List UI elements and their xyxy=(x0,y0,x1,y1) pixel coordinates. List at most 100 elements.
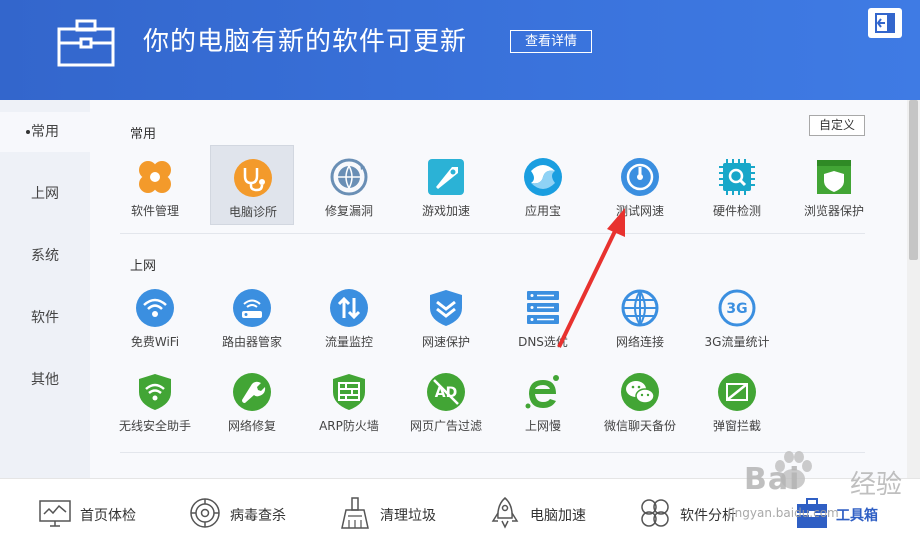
rocket-tag-icon xyxy=(428,159,464,195)
tool-ad-filter[interactable]: AD 网页广告过滤 xyxy=(404,360,488,440)
tool-free-wifi[interactable]: 免费WiFi xyxy=(113,276,197,356)
globe-icon xyxy=(621,289,659,327)
tool-speed-test[interactable]: 测试网速 xyxy=(598,145,682,225)
traffic-arrows-icon xyxy=(330,289,368,327)
router-icon xyxy=(233,289,271,327)
tool-speed-protect[interactable]: 网速保护 xyxy=(404,276,488,356)
tool-wireless-security[interactable]: 无线安全助手 xyxy=(113,360,197,440)
toolbox-icon xyxy=(797,498,827,528)
tool-network-repair[interactable]: 网络修复 xyxy=(210,360,294,440)
tool-label: 测试网速 xyxy=(615,204,664,218)
update-notice-title: 你的电脑有新的软件可更新 xyxy=(143,27,468,57)
nav-toolbox[interactable]: 工具箱 xyxy=(796,478,906,543)
wifi-icon xyxy=(136,289,174,327)
tool-label: 修复漏洞 xyxy=(324,204,373,218)
tool-software-manager[interactable]: 软件管理 xyxy=(113,145,197,225)
browser-shield-icon xyxy=(817,160,851,194)
sidebar-item-other[interactable]: 其他 xyxy=(0,360,90,400)
section-divider xyxy=(120,452,865,453)
tool-label: 无线安全助手 xyxy=(118,419,191,433)
speed-gauge-icon xyxy=(621,158,659,196)
nav-label: 电脑加速 xyxy=(530,508,586,524)
wifi-shield-icon xyxy=(139,374,171,410)
3g-icon: 3G xyxy=(718,289,756,327)
popup-block-icon xyxy=(718,373,756,411)
nav-label: 软件分析 xyxy=(680,508,736,524)
tool-pc-clinic[interactable]: 电脑诊所 xyxy=(210,145,294,225)
tool-label: 弹窗拦截 xyxy=(712,419,761,433)
section-divider xyxy=(120,233,865,234)
clover-outline-icon xyxy=(641,499,669,527)
firewall-icon xyxy=(333,374,365,410)
tool-dns-optimize[interactable]: DNS选优 xyxy=(501,276,585,356)
tool-network-connect[interactable]: 网络连接 xyxy=(598,276,682,356)
section-title-common: 常用 xyxy=(130,127,157,142)
scrollbar-thumb[interactable] xyxy=(909,100,918,260)
tool-label: 3G流量统计 xyxy=(704,335,770,349)
nav-pc-speedup[interactable]: 电脑加速 xyxy=(488,478,598,543)
tool-label: 微信聊天备份 xyxy=(603,419,676,433)
ie-slow-icon xyxy=(525,375,559,409)
nav-home-check[interactable]: 首页体检 xyxy=(36,478,146,543)
tool-3g-stats[interactable]: 3G 3G流量统计 xyxy=(695,276,779,356)
view-details-button[interactable]: 查看详情 xyxy=(510,30,592,53)
app-treasure-icon xyxy=(524,158,562,196)
tool-game-boost[interactable]: 游戏加速 xyxy=(404,145,488,225)
nav-label: 工具箱 xyxy=(836,508,878,524)
tool-label: ARP防火墙 xyxy=(319,419,379,433)
tool-label: DNS选优 xyxy=(518,335,568,349)
tool-label: 电脑诊所 xyxy=(228,205,277,219)
monitor-icon xyxy=(39,500,71,527)
sidebar-item-common[interactable]: 常用 xyxy=(0,112,90,152)
exit-icon xyxy=(875,13,895,33)
nav-virus-scan[interactable]: 病毒查杀 xyxy=(188,478,298,543)
tool-label: 流量监控 xyxy=(324,335,373,349)
globe-repair-icon xyxy=(330,158,368,196)
category-sidebar: 常用 上网 系统 软件 其他 xyxy=(0,100,90,478)
wechat-icon xyxy=(621,373,659,411)
dns-server-icon xyxy=(527,291,559,324)
nav-label: 病毒查杀 xyxy=(230,508,286,524)
tool-wechat-backup[interactable]: 微信聊天备份 xyxy=(598,360,682,440)
stethoscope-icon xyxy=(234,159,272,197)
chip-icon xyxy=(719,159,755,195)
tool-hardware-check[interactable]: 硬件检测 xyxy=(695,145,779,225)
tool-label: 路由器管家 xyxy=(221,335,282,349)
tool-app-treasure[interactable]: 应用宝 xyxy=(501,145,585,225)
tool-label: 网络连接 xyxy=(615,335,664,349)
tool-traffic-monitor[interactable]: 流量监控 xyxy=(307,276,391,356)
customize-button[interactable]: 自定义 xyxy=(809,115,865,136)
tool-router-manager[interactable]: 路由器管家 xyxy=(210,276,294,356)
section-title-internet: 上网 xyxy=(130,259,157,274)
nav-clean-junk[interactable]: 清理垃圾 xyxy=(338,478,448,543)
sidebar-item-system[interactable]: 系统 xyxy=(0,236,90,276)
toolbox-icon xyxy=(57,19,115,67)
tool-label: 应用宝 xyxy=(524,204,561,218)
tool-label: 网页广告过滤 xyxy=(409,419,482,433)
tool-label: 上网慢 xyxy=(524,419,561,433)
tool-label: 网络修复 xyxy=(227,419,276,433)
tool-slow-internet[interactable]: 上网慢 xyxy=(501,360,585,440)
sidebar-item-software[interactable]: 软件 xyxy=(0,298,90,338)
wrench-icon xyxy=(233,373,271,411)
broom-icon xyxy=(341,497,369,529)
3g-icon-text: 3G xyxy=(726,301,747,317)
nav-label: 清理垃圾 xyxy=(380,508,436,524)
clover-icon xyxy=(139,161,171,193)
rocket-icon xyxy=(491,497,519,529)
tool-fix-vulnerabilities[interactable]: 修复漏洞 xyxy=(307,145,391,225)
nav-software-analysis[interactable]: 软件分析 xyxy=(638,478,748,543)
tool-browser-protect[interactable]: 浏览器保护 xyxy=(792,145,876,225)
tool-label: 软件管理 xyxy=(130,204,179,218)
tool-label: 浏览器保护 xyxy=(803,204,864,218)
tool-label: 免费WiFi xyxy=(130,335,180,349)
ad-block-icon: AD xyxy=(427,373,465,411)
nav-label: 首页体检 xyxy=(80,508,136,524)
chevron-shield-icon xyxy=(430,290,462,326)
tool-popup-block[interactable]: 弹窗拦截 xyxy=(695,360,779,440)
tool-label: 游戏加速 xyxy=(421,204,470,218)
tool-label: 硬件检测 xyxy=(712,204,761,218)
sidebar-item-internet[interactable]: 上网 xyxy=(0,174,90,214)
exit-button[interactable] xyxy=(868,8,902,38)
tool-arp-firewall[interactable]: ARP防火墙 xyxy=(307,360,391,440)
